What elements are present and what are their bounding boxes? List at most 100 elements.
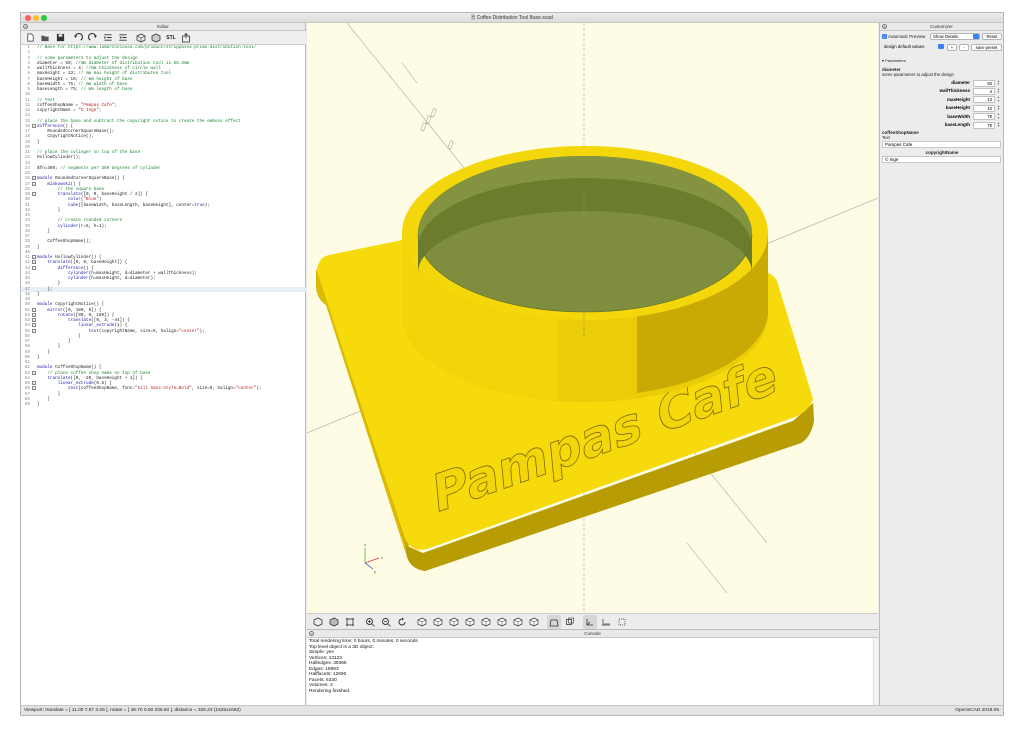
fold-toggle-icon[interactable]: −: [32, 381, 36, 385]
fold-toggle-icon[interactable]: −: [32, 176, 36, 181]
close-panel-icon[interactable]: ×: [309, 631, 314, 636]
fold-toggle-icon[interactable]: −: [32, 386, 36, 391]
param-value-input[interactable]: 4: [973, 87, 995, 95]
stepper-arrows-icon[interactable]: ▲ ▼: [996, 104, 1001, 112]
code-token: }: [37, 339, 71, 344]
code-token: //mm diameter of distribution tool is 58…: [75, 60, 190, 66]
orthogonal-icon[interactable]: [563, 615, 577, 629]
perspective-icon[interactable]: [547, 614, 561, 629]
new-icon[interactable]: [23, 32, 37, 44]
copyright-name-input[interactable]: © Inge: [882, 156, 1001, 163]
view-diagonal-icon[interactable]: [511, 615, 525, 629]
close-panel-icon[interactable]: ×: [23, 24, 28, 29]
render-icon[interactable]: [327, 615, 341, 629]
view-bottom-icon[interactable]: [447, 615, 461, 629]
view-left-icon[interactable]: [463, 615, 477, 629]
version-label: OpenSCAD 2019.05: [955, 708, 999, 713]
view-back-icon[interactable]: [495, 615, 509, 629]
code-token: // place the cylinger on top of the base: [37, 150, 141, 155]
show-scale-icon[interactable]: [599, 615, 613, 629]
redo-icon[interactable]: [86, 32, 100, 44]
stepper-arrows-icon[interactable]: ▲ ▼: [996, 79, 1001, 87]
detail-select[interactable]: Show Details: [930, 33, 980, 40]
fold-toggle-icon[interactable]: −: [32, 370, 36, 375]
param-row-diameter: diameter 50 ▲ ▼: [882, 79, 1002, 87]
svg-text:z: z: [364, 542, 366, 547]
view-right-icon[interactable]: [415, 615, 429, 629]
preview-icon[interactable]: [311, 615, 325, 629]
view-all-icon[interactable]: [343, 615, 357, 629]
code-token: // mm width of base: [78, 81, 128, 87]
close-panel-icon[interactable]: ×: [882, 24, 887, 29]
show-axes-icon[interactable]: [583, 614, 597, 629]
window-title: 🗎 Coffee Distribution Tool Base.scad: [471, 15, 553, 21]
code-editor[interactable]: 1// Base for https://www.lamarzoccousa.c…: [21, 45, 306, 705]
param-label: maxHeight: [946, 96, 970, 102]
parameters-section[interactable]: ▾ Parameters: [882, 58, 906, 63]
fold-toggle-icon[interactable]: −: [32, 260, 36, 265]
view-top-icon[interactable]: [431, 615, 445, 629]
fold-toggle-icon[interactable]: −: [32, 181, 36, 186]
stepper-arrows-icon[interactable]: ▲ ▼: [996, 121, 1001, 129]
svg-text:y: y: [374, 569, 376, 574]
export-stl-icon[interactable]: STL: [164, 32, 178, 44]
preview-icon[interactable]: [134, 32, 148, 44]
view-center-icon[interactable]: [527, 615, 541, 629]
title-bar: 🗎 Coffee Distribution Tool Base.scad: [21, 13, 1003, 23]
reset-view-icon[interactable]: [395, 615, 409, 629]
param-value-input[interactable]: 10: [973, 104, 995, 112]
console-scrollbar[interactable]: [873, 638, 878, 706]
param-value-input[interactable]: 75: [973, 113, 995, 121]
fold-toggle-icon[interactable]: −: [32, 123, 36, 128]
undo-icon[interactable]: [71, 32, 85, 44]
fold-toggle-icon[interactable]: −: [32, 318, 36, 322]
coffee-shop-name-input[interactable]: Pampas Cafe: [882, 141, 1001, 148]
fold-toggle-icon[interactable]: −: [32, 323, 36, 328]
code-token: "Blue": [83, 197, 99, 203]
code-token: // mm height of base: [80, 76, 133, 82]
code-token: };: [37, 286, 53, 292]
auto-preview-checkbox[interactable]: ✓: [882, 34, 887, 40]
view-front-icon[interactable]: [479, 615, 493, 629]
stepper-arrows-icon[interactable]: ▲ ▼: [996, 96, 1001, 103]
send-icon[interactable]: [179, 32, 193, 44]
add-preset-button[interactable]: +: [947, 44, 957, 51]
unindent-icon[interactable]: [116, 32, 130, 44]
show-edges-icon[interactable]: [615, 615, 629, 629]
code-token: }: [37, 333, 81, 339]
remove-preset-button[interactable]: -: [959, 44, 969, 51]
render-icon[interactable]: [149, 32, 163, 44]
indent-icon[interactable]: [101, 32, 115, 44]
open-icon[interactable]: [38, 32, 52, 44]
preset-select[interactable]: design default values: [882, 44, 944, 51]
code-token: // mm length of base: [80, 87, 133, 92]
fold-toggle-icon[interactable]: −: [32, 307, 36, 312]
code-line[interactable]: 69}: [21, 402, 306, 407]
fold-toggle-icon[interactable]: −: [32, 312, 36, 317]
code-token: ): [98, 197, 102, 203]
code-token: RoundedCornerSquareBase();: [37, 129, 115, 134]
3d-viewport[interactable]: Pampas Cafe x z y: [307, 23, 878, 613]
fold-toggle-icon[interactable]: −: [32, 255, 36, 259]
zoom-out-icon[interactable]: [379, 615, 393, 629]
fold-toggle-icon[interactable]: −: [32, 192, 36, 196]
stepper-arrows-icon[interactable]: ▲ ▼: [996, 112, 1001, 120]
param-value-input[interactable]: 50: [973, 79, 995, 87]
stepper-arrows-icon[interactable]: ▲ ▼: [996, 87, 1001, 95]
param-value-input[interactable]: 75: [973, 121, 995, 129]
param-value-input[interactable]: 13: [973, 96, 995, 104]
fold-toggle-icon[interactable]: −: [32, 265, 36, 270]
code-token: CopyrightNotice() {: [52, 302, 105, 308]
param-row-baseHeight: baseHeight 10 ▲ ▼: [882, 104, 1002, 112]
save-icon[interactable]: [53, 32, 67, 44]
code-token: // create rounded corners: [57, 218, 123, 224]
editor-toolbar: STL: [21, 31, 306, 45]
zoom-in-icon[interactable]: [363, 615, 377, 629]
editor-title: Editor: [157, 24, 169, 29]
reset-button[interactable]: Reset: [982, 33, 1002, 40]
save-preset-button[interactable]: save preset: [971, 44, 1002, 51]
fold-toggle-icon[interactable]: −: [32, 328, 36, 333]
